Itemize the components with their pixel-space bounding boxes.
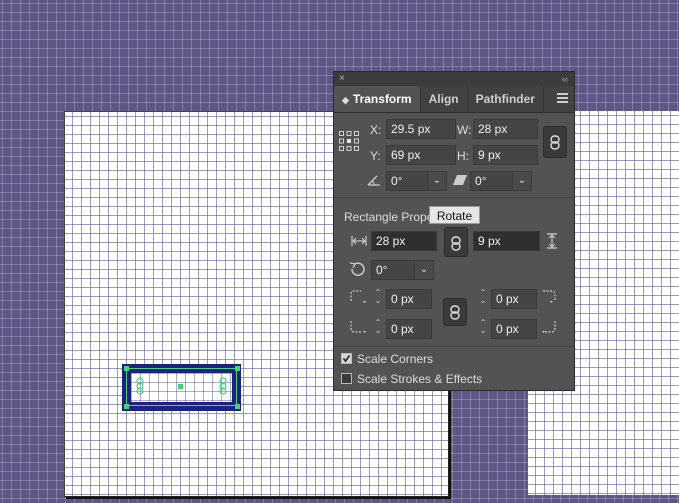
corner-widget-left[interactable]: [136, 377, 144, 395]
width-icon: [351, 236, 367, 246]
rotate-angle-icon: [367, 175, 380, 186]
x-field[interactable]: 29.5 px: [386, 119, 456, 139]
scale-strokes-label[interactable]: Scale Strokes & Effects: [357, 372, 482, 386]
tab-expand-icon: ◆: [342, 95, 349, 105]
rectangle-properties-label: Rectangle Propert: [344, 210, 441, 224]
collapse-icon[interactable]: ‹‹: [562, 72, 568, 86]
divider: [334, 346, 574, 347]
w-label: W:: [457, 123, 472, 137]
corner-tl-field[interactable]: 0 px: [386, 289, 432, 309]
selection-handle-top-left[interactable]: [124, 366, 129, 371]
corner-bl-field[interactable]: 0 px: [386, 319, 432, 339]
rect-constrain-button[interactable]: [444, 227, 468, 257]
y-field[interactable]: 69 px: [386, 145, 456, 165]
scale-corners-checkbox[interactable]: [341, 353, 352, 364]
corner-type-tl-icon[interactable]: [350, 290, 368, 304]
x-label: X:: [370, 123, 382, 137]
corner-link-button[interactable]: [443, 298, 467, 326]
link-icon: [450, 305, 460, 320]
shear-icon: [453, 175, 467, 185]
rotate-dropdown[interactable]: ⌄: [427, 171, 447, 191]
corner-type-bl-icon[interactable]: [350, 320, 368, 334]
scale-strokes-checkbox[interactable]: [341, 373, 352, 384]
corner-bl-stepper[interactable]: ⌃ ⌄: [371, 319, 385, 339]
corner-br-stepper[interactable]: ⌃ ⌄: [476, 319, 490, 339]
tab-transform[interactable]: ◆ Transform: [334, 86, 421, 112]
selection-handle-bottom-right[interactable]: [235, 404, 240, 409]
divider: [334, 197, 574, 198]
reference-point-icon[interactable]: [339, 131, 359, 151]
corner-type-tr-icon[interactable]: [541, 290, 559, 304]
shear-dropdown[interactable]: ⌄: [512, 171, 532, 191]
corner-widget-right[interactable]: [219, 377, 227, 395]
constrain-proportions-button[interactable]: [543, 126, 567, 158]
checkmark-icon: [342, 355, 351, 363]
link-icon: [451, 236, 461, 251]
rect-height-field[interactable]: 9 px: [473, 231, 540, 251]
y-label: Y:: [370, 149, 381, 163]
height-icon: [547, 233, 557, 249]
h-field[interactable]: 9 px: [473, 145, 538, 165]
panel-tabs: ◆ Transform Align Pathfinder: [334, 86, 574, 113]
panel-titlebar[interactable]: × ‹‹: [334, 72, 574, 86]
corner-tr-stepper[interactable]: ⌃ ⌄: [476, 289, 490, 309]
rect-angle-dropdown[interactable]: ⌄: [414, 260, 434, 280]
tab-align[interactable]: Align: [421, 86, 468, 112]
tab-pathfinder[interactable]: Pathfinder: [468, 86, 544, 112]
link-icon: [550, 135, 560, 150]
rect-width-field[interactable]: 28 px: [371, 231, 437, 251]
corner-br-field[interactable]: 0 px: [491, 319, 537, 339]
selection-handle-bottom-left[interactable]: [124, 404, 129, 409]
corner-tl-stepper[interactable]: ⌃ ⌄: [371, 289, 385, 309]
rotate-rect-icon: [349, 262, 365, 276]
w-field[interactable]: 28 px: [473, 119, 538, 139]
corner-type-br-icon[interactable]: [541, 320, 559, 334]
close-icon[interactable]: ×: [339, 72, 345, 86]
tab-label: Transform: [352, 92, 412, 106]
center-point: [178, 384, 183, 389]
scale-corners-label[interactable]: Scale Corners: [357, 352, 433, 366]
rotate-tooltip: Rotate: [429, 206, 480, 224]
h-label: H:: [457, 149, 469, 163]
panel-menu-icon[interactable]: [557, 93, 568, 103]
selection-handle-top-right[interactable]: [235, 366, 240, 371]
corner-tr-field[interactable]: 0 px: [491, 289, 537, 309]
transform-panel: × ‹‹ ◆ Transform Align Pathfinder X: 29.5…: [333, 71, 575, 391]
